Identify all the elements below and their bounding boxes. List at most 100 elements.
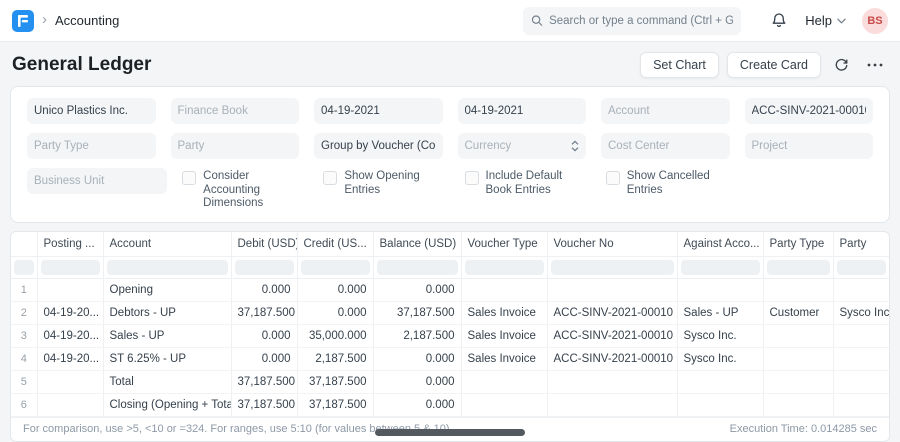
cell-posting-date[interactable]: 04-19-20...: [37, 325, 103, 348]
party-filter[interactable]: [171, 133, 300, 159]
cell-voucher-no[interactable]: ACC-SINV-2021-00010: [547, 325, 677, 348]
cell-party[interactable]: [833, 371, 889, 394]
column-header-party[interactable]: Party: [833, 232, 889, 257]
cell-credit[interactable]: 0.000: [297, 279, 373, 302]
cell-account[interactable]: Closing (Opening + Total): [103, 394, 231, 417]
cell-credit[interactable]: 35,000.000: [297, 325, 373, 348]
checkbox[interactable]: [465, 171, 479, 185]
company-filter[interactable]: [27, 98, 156, 124]
cell-against-account[interactable]: Sales - UP: [677, 302, 763, 325]
column-filter-input[interactable]: [767, 260, 830, 275]
cell-credit[interactable]: 37,187.500: [297, 371, 373, 394]
cell-balance[interactable]: 0.000: [373, 394, 461, 417]
cell-posting-date[interactable]: [37, 371, 103, 394]
global-search[interactable]: [523, 7, 741, 35]
cell-voucher-type[interactable]: [461, 394, 547, 417]
help-menu[interactable]: Help: [805, 13, 846, 28]
account-filter[interactable]: [601, 98, 730, 124]
app-logo[interactable]: [12, 10, 34, 32]
cell-voucher-no[interactable]: ACC-SINV-2021-00010: [547, 302, 677, 325]
column-filter-input[interactable]: [14, 260, 34, 275]
party-type-filter[interactable]: [27, 133, 156, 159]
create-card-button[interactable]: Create Card: [727, 52, 821, 78]
cell-posting-date[interactable]: [37, 394, 103, 417]
cell-account[interactable]: Opening: [103, 279, 231, 302]
cell-balance[interactable]: 0.000: [373, 371, 461, 394]
cell-debit[interactable]: 0.000: [231, 279, 297, 302]
checkbox[interactable]: [182, 171, 196, 185]
horizontal-scrollbar-thumb[interactable]: [375, 429, 525, 436]
column-filter-input[interactable]: [681, 260, 760, 275]
column-header-voucher-type[interactable]: Voucher Type: [461, 232, 547, 257]
breadcrumb-accounting[interactable]: Accounting: [55, 13, 119, 28]
column-filter-input[interactable]: [41, 260, 100, 275]
cost-center-filter[interactable]: [601, 133, 730, 159]
cell-debit[interactable]: 37,187.500: [231, 371, 297, 394]
finance-book-filter[interactable]: [171, 98, 300, 124]
column-filter-input[interactable]: [377, 260, 458, 275]
cell-debit[interactable]: 37,187.500: [231, 394, 297, 417]
cell-debit[interactable]: 37,187.500: [231, 302, 297, 325]
cell-party[interactable]: [833, 348, 889, 371]
column-header-credit[interactable]: Credit (US...: [297, 232, 373, 257]
checkbox-show-opening-entries[interactable]: Show Opening Entries: [323, 168, 449, 211]
cell-party[interactable]: [833, 279, 889, 302]
to-date-filter[interactable]: [458, 98, 587, 124]
search-input[interactable]: [549, 15, 733, 27]
cell-against-account[interactable]: Sysco Inc.: [677, 325, 763, 348]
cell-account[interactable]: ST 6.25% - UP: [103, 348, 231, 371]
cell-account[interactable]: Total: [103, 371, 231, 394]
voucher-no-filter[interactable]: [745, 98, 874, 124]
cell-balance[interactable]: 0.000: [373, 279, 461, 302]
business-unit-filter[interactable]: [27, 168, 167, 194]
cell-credit[interactable]: 0.000: [297, 302, 373, 325]
cell-voucher-no[interactable]: [547, 371, 677, 394]
cell-voucher-type[interactable]: [461, 279, 547, 302]
cell-credit[interactable]: 2,187.500: [297, 348, 373, 371]
cell-party-type[interactable]: Customer: [763, 302, 833, 325]
cell-against-account[interactable]: [677, 371, 763, 394]
column-header-posting-date[interactable]: Posting ...: [37, 232, 103, 257]
cell-voucher-no[interactable]: [547, 279, 677, 302]
cell-party[interactable]: Sysco Inc.: [833, 302, 889, 325]
checkbox[interactable]: [606, 171, 620, 185]
cell-posting-date[interactable]: 04-19-20...: [37, 348, 103, 371]
cell-voucher-type[interactable]: Sales Invoice: [461, 348, 547, 371]
checkbox-show-cancelled-entries[interactable]: Show Cancelled Entries: [606, 168, 732, 211]
cell-party-type[interactable]: [763, 371, 833, 394]
cell-balance[interactable]: 37,187.500: [373, 302, 461, 325]
cell-party[interactable]: [833, 394, 889, 417]
column-header-account[interactable]: Account: [103, 232, 231, 257]
cell-posting-date[interactable]: [37, 279, 103, 302]
column-filter-input[interactable]: [107, 260, 228, 275]
user-avatar[interactable]: BS: [862, 8, 888, 34]
column-header-balance[interactable]: Balance (USD): [373, 232, 461, 257]
cell-against-account[interactable]: [677, 394, 763, 417]
cell-party-type[interactable]: [763, 348, 833, 371]
column-filter-input[interactable]: [465, 260, 544, 275]
cell-against-account[interactable]: [677, 279, 763, 302]
currency-select[interactable]: Currency: [458, 133, 587, 159]
cell-party[interactable]: [833, 325, 889, 348]
group-by-select[interactable]: Group by Voucher (Consol: [314, 133, 443, 159]
cell-party-type[interactable]: [763, 325, 833, 348]
cell-party-type[interactable]: [763, 279, 833, 302]
set-chart-button[interactable]: Set Chart: [640, 52, 719, 78]
cell-account[interactable]: Debtors - UP: [103, 302, 231, 325]
cell-balance[interactable]: 2,187.500: [373, 325, 461, 348]
from-date-filter[interactable]: [314, 98, 443, 124]
menu-button[interactable]: [862, 52, 888, 78]
column-filter-input[interactable]: [235, 260, 294, 275]
cell-voucher-no[interactable]: ACC-SINV-2021-00010: [547, 348, 677, 371]
column-header-debit[interactable]: Debit (USD): [231, 232, 297, 257]
cell-against-account[interactable]: Sysco Inc.: [677, 348, 763, 371]
cell-debit[interactable]: 0.000: [231, 348, 297, 371]
cell-debit[interactable]: 0.000: [231, 325, 297, 348]
project-filter[interactable]: [745, 133, 874, 159]
column-header-against-account[interactable]: Against Acco...: [677, 232, 763, 257]
cell-voucher-no[interactable]: [547, 394, 677, 417]
refresh-button[interactable]: [829, 52, 854, 78]
notifications-button[interactable]: [767, 8, 791, 33]
column-filter-input[interactable]: [301, 260, 370, 275]
cell-voucher-type[interactable]: Sales Invoice: [461, 302, 547, 325]
